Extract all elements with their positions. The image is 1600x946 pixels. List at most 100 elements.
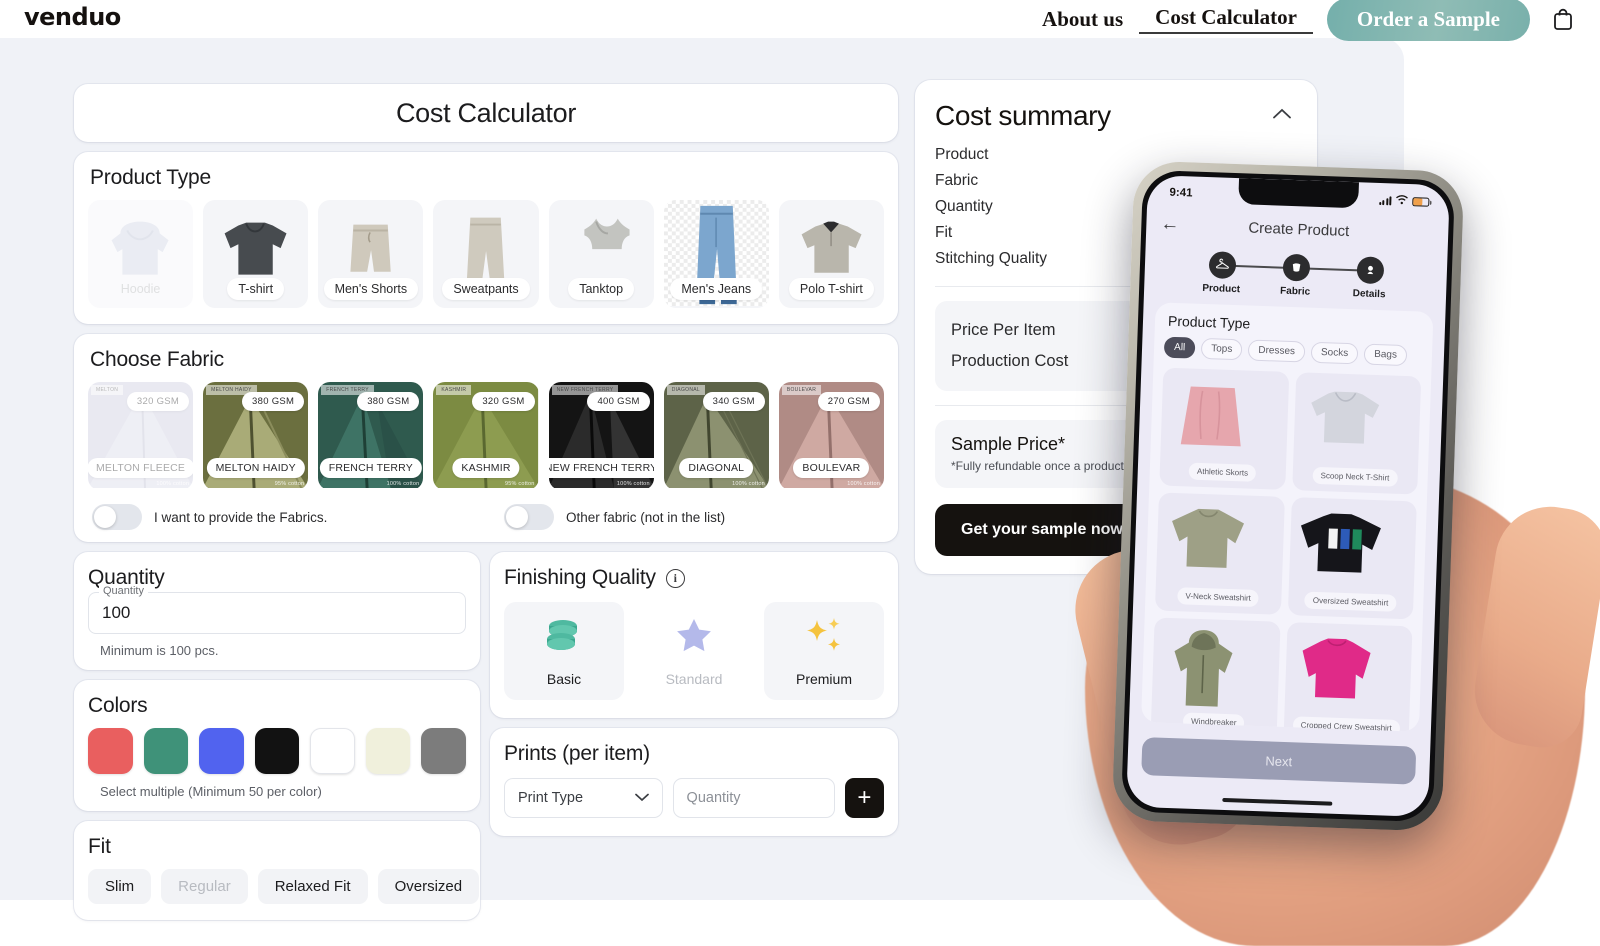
add-print-button[interactable]: + xyxy=(844,778,884,818)
chevron-up-icon[interactable] xyxy=(1267,100,1297,130)
phone-tile-cropped-crew-sweatshirt[interactable]: Cropped Crew Sweatshirt xyxy=(1282,622,1413,732)
fabric-tag: KASHMIR xyxy=(436,385,472,395)
fabric-composition: 95% cotton xyxy=(505,481,535,487)
product-type-option-sweatpants[interactable]: Sweatpants xyxy=(433,200,539,308)
brand-logo[interactable]: venduo xyxy=(24,3,121,31)
summary-row-product: Product xyxy=(935,142,1297,168)
product-type-label: Hoodie xyxy=(120,282,161,296)
fit-option-slim[interactable]: Slim xyxy=(88,869,152,904)
product-type-option-mens-jeans[interactable]: Men's Jeans xyxy=(663,200,769,308)
summary-cta-row: Get your sample now! xyxy=(935,504,1297,557)
finger-illustration xyxy=(1466,498,1600,754)
fabric-name: MELTON FLEECE xyxy=(88,458,194,478)
toggle-provide-fabric[interactable]: I want to provide the Fabrics. xyxy=(92,504,504,530)
print-quantity-input[interactable]: Quantity xyxy=(672,778,835,818)
fit-option-oversized[interactable]: Oversized xyxy=(377,869,480,904)
stepper-step-details[interactable]: Details xyxy=(1332,255,1407,301)
product-type-label: T-shirt xyxy=(227,278,285,300)
color-swatch-cream[interactable] xyxy=(365,728,411,774)
toggle-other-fabric[interactable]: Other fabric (not in the list) xyxy=(504,504,725,530)
summary-row-production-cost: Production Cost xyxy=(951,346,1281,377)
finishing-quality-heading: Finishing Quality xyxy=(504,566,656,589)
cost-summary-card: Cost summary Product Fabric Quantity Fit… xyxy=(915,80,1317,575)
fabric-composition: 100% cotton xyxy=(386,481,420,487)
fabric-option-boulevar[interactable]: BOULEVAR 270 GSM BOULEVAR 100% cotton xyxy=(778,382,884,490)
summary-row-label: Fit xyxy=(935,224,953,241)
summary-row-label: Stitching Quality xyxy=(935,250,1047,267)
order-a-sample-button[interactable]: Order a Sample xyxy=(1326,0,1530,41)
calculator-title-card: Cost Calculator xyxy=(74,84,898,142)
signal-icon xyxy=(1378,195,1392,205)
nav-link-cost-calculator[interactable]: Cost Calculator xyxy=(1139,5,1313,34)
color-swatch-royal-blue[interactable] xyxy=(199,728,244,774)
summary-row-label: Product xyxy=(935,146,989,163)
quantity-input[interactable]: 100 xyxy=(88,592,466,634)
color-swatch-teal-green[interactable] xyxy=(143,728,189,774)
switch-knob xyxy=(506,506,528,528)
quantity-section: Quantity Quantity 100 Minimum is 100 pcs… xyxy=(74,552,480,670)
sample-price-block: Sample Price* *Fully refundable once a p… xyxy=(935,420,1297,489)
finishing-quality-label: Premium xyxy=(795,670,852,687)
finishing-quality-option-premium[interactable]: Premium xyxy=(764,602,884,700)
print-type-select[interactable]: Print Type xyxy=(504,778,663,818)
product-type-option-mens-shorts[interactable]: Men's Shorts xyxy=(318,200,424,308)
finishing-quality-section: Finishing Quality i Basic Standard Premi… xyxy=(490,552,898,718)
product-type-option-polo-tshirt[interactable]: Polo T-shirt xyxy=(778,200,884,308)
battery-icon xyxy=(1412,196,1430,207)
calculator-column: Cost Calculator Product Type Hoodie T-sh… xyxy=(74,84,898,920)
summary-divider xyxy=(935,286,1297,287)
fabric-option-french-terry[interactable]: FRENCH TERRY 380 GSM FRENCH TERRY 100% c… xyxy=(318,382,424,490)
quantity-field-wrapper: Quantity 100 xyxy=(88,585,466,634)
color-swatch-black[interactable] xyxy=(254,728,300,774)
details-icon xyxy=(1355,256,1384,285)
color-swatch-white[interactable] xyxy=(310,728,355,774)
other-fabric-switch[interactable] xyxy=(504,504,554,530)
fabric-composition: 100% cotton xyxy=(156,481,190,487)
summary-row-fit: Fit xyxy=(935,220,1297,246)
fabric-composition: 100% cotton xyxy=(616,481,650,487)
cost-summary-title: Cost summary xyxy=(935,100,1111,131)
provide-fabric-label: I want to provide the Fabrics. xyxy=(154,509,328,525)
colors-heading: Colors xyxy=(88,694,148,717)
fabric-composition: 95% cotton xyxy=(274,481,305,487)
fabric-gsm: 320 GSM xyxy=(472,392,535,411)
summary-row-fabric: Fabric xyxy=(935,168,1297,194)
fabric-name: BOULEVAR xyxy=(793,458,870,478)
fabric-gsm: 380 GSM xyxy=(242,392,305,411)
fabric-option-new-french-terry[interactable]: NEW FRENCH TERRY 400 GSM NEW FRENCH TERR… xyxy=(548,382,654,490)
fabric-option-diagonal[interactable]: DIAGONAL 340 GSM DIAGONAL 100% cotton xyxy=(663,382,769,490)
provide-fabric-switch[interactable] xyxy=(92,504,142,530)
price-row-label: Price Per Item xyxy=(951,321,1056,339)
page-content: Cost Calculator Product Type Hoodie T-sh… xyxy=(0,38,1600,946)
calculator-bottom-grid: Quantity Quantity 100 Minimum is 100 pcs… xyxy=(74,552,898,920)
phone-next-button[interactable]: Next xyxy=(1141,737,1417,785)
fabric-option-kashmir[interactable]: KASHMIR 320 GSM KASHMIR 95% cotton xyxy=(433,382,539,490)
calculator-bottom-right: Finishing Quality i Basic Standard Premi… xyxy=(490,552,898,920)
fabric-option-melton-haidy[interactable]: MELTON HAIDY 380 GSM MELTON HAIDY 95% co… xyxy=(203,382,309,490)
phone-tile-windbreaker[interactable]: Windbreaker xyxy=(1150,617,1281,732)
cost-summary-header: Cost summary xyxy=(935,100,1297,132)
color-swatch-grey[interactable] xyxy=(421,728,466,774)
secondary-cta-button[interactable] xyxy=(1164,504,1217,557)
info-icon[interactable]: i xyxy=(665,568,685,588)
prints-heading: Prints (per item) xyxy=(504,742,650,765)
fit-option-regular: Regular xyxy=(161,869,248,904)
get-sample-button[interactable]: Get your sample now! xyxy=(935,504,1155,557)
cost-summary-column: Cost summary Product Fabric Quantity Fit… xyxy=(915,80,1317,575)
coins-icon xyxy=(542,616,586,659)
stepper-label: Details xyxy=(1352,288,1386,301)
product-type-option-tshirt[interactable]: T-shirt xyxy=(203,200,309,308)
fit-option-relaxed-fit[interactable]: Relaxed Fit xyxy=(257,869,368,904)
nav-link-about-us[interactable]: About us xyxy=(1026,7,1139,32)
finishing-quality-option-basic[interactable]: Basic xyxy=(504,602,624,700)
shopping-bag-icon[interactable] xyxy=(1552,7,1574,31)
other-fabric-label: Other fabric (not in the list) xyxy=(566,509,726,525)
summary-divider-2 xyxy=(935,405,1297,406)
phone-chip-socks[interactable]: Socks xyxy=(1310,341,1359,365)
phone-tile-label: Cropped Crew Sweatshirt xyxy=(1292,716,1401,732)
color-swatch-coral-red[interactable] xyxy=(88,728,133,774)
finishing-quality-option-standard: Standard xyxy=(634,602,754,700)
phone-chip-bags[interactable]: Bags xyxy=(1363,343,1408,367)
product-type-option-tanktop[interactable]: Tanktop xyxy=(548,200,654,308)
print-quantity-placeholder: Quantity xyxy=(686,790,741,806)
